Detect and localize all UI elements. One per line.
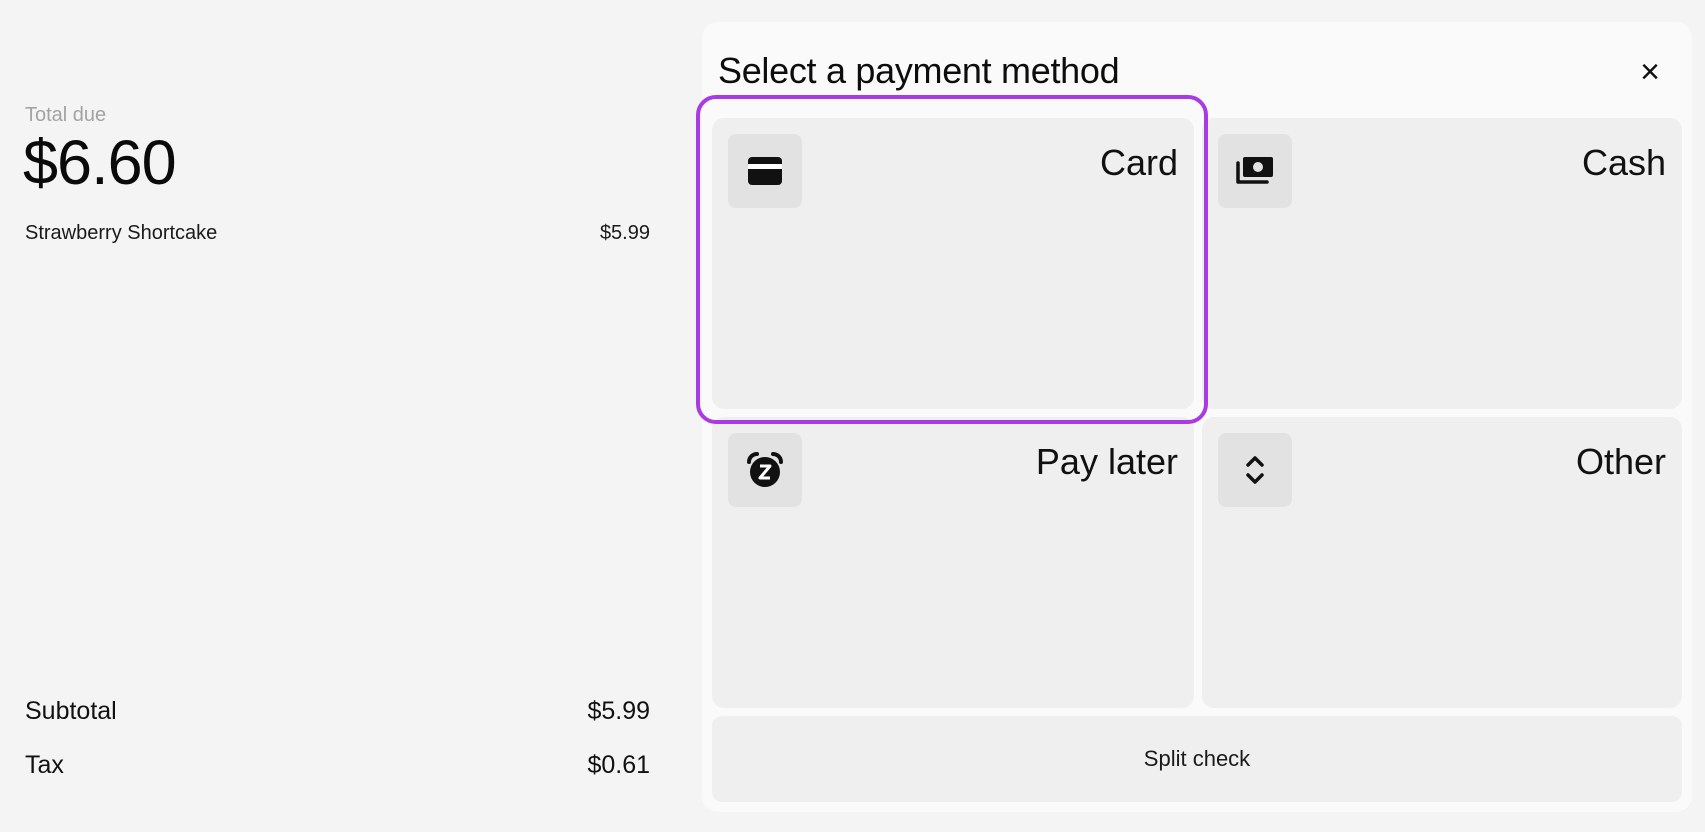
tax-label: Tax <box>25 751 64 779</box>
payment-option-card[interactable]: Card <box>712 118 1194 409</box>
payment-option-cash-label: Cash <box>1581 142 1666 183</box>
tax-value: $0.61 <box>587 751 650 779</box>
subtotal-label: Subtotal <box>25 697 117 725</box>
line-item: Strawberry Shortcake $5.99 <box>25 222 650 245</box>
payment-option-cash[interactable]: Cash <box>1202 118 1682 409</box>
payment-option-pay-later-label: Pay later <box>1035 441 1178 482</box>
subtotal-value: $5.99 <box>587 697 650 725</box>
payment-method-modal: Select a payment method × Card Cash Pay … <box>702 22 1692 812</box>
credit-card-icon <box>728 134 802 208</box>
line-item-price: $5.99 <box>599 222 650 244</box>
subtotal-row: Subtotal $5.99 <box>25 697 650 726</box>
close-button[interactable]: × <box>1630 52 1670 92</box>
line-item-name: Strawberry Shortcake <box>25 222 218 244</box>
modal-title: Select a payment method <box>718 50 1120 91</box>
payment-option-other[interactable]: Other <box>1202 417 1682 708</box>
chevron-up-down-icon <box>1218 433 1292 507</box>
total-due-amount: $6.60 <box>23 128 177 198</box>
tax-row: Tax $0.61 <box>25 751 650 780</box>
total-due-label: Total due <box>25 104 107 126</box>
order-summary: Total due $6.60 Strawberry Shortcake $5.… <box>0 0 690 832</box>
payment-option-card-label: Card <box>1099 142 1178 183</box>
cash-icon <box>1218 134 1292 208</box>
payment-option-pay-later[interactable]: Pay later <box>712 417 1194 708</box>
split-check-button[interactable]: Split check <box>712 716 1682 802</box>
close-icon: × <box>1640 52 1660 91</box>
payment-option-other-label: Other <box>1575 441 1666 482</box>
alarm-clock-icon <box>728 433 802 507</box>
